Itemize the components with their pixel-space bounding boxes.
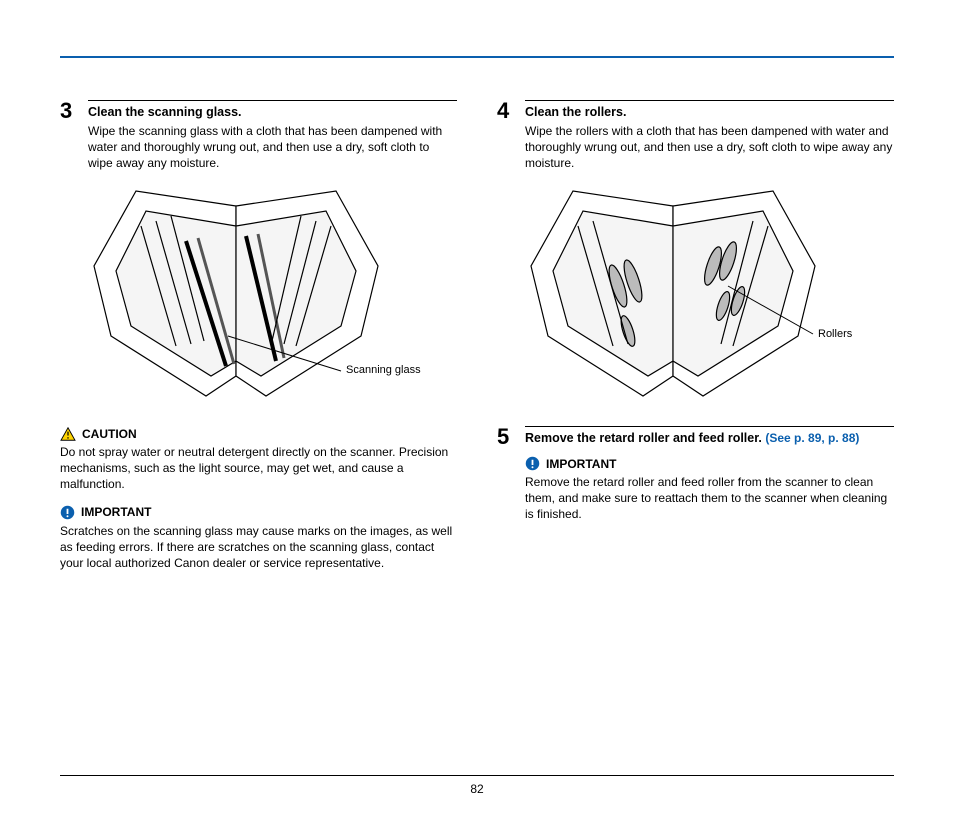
figure-scanning-glass: Scanning glass: [86, 186, 457, 416]
step-5: 5 Remove the retard roller and feed roll…: [497, 426, 894, 448]
step-number: 3: [60, 100, 78, 172]
important-heading: IMPORTANT: [525, 456, 894, 472]
important-block: IMPORTANT Scratches on the scanning glas…: [60, 504, 457, 571]
step-number: 4: [497, 100, 515, 172]
scanner-open-illustration: [86, 186, 386, 406]
footer-rule: [60, 775, 894, 776]
callout-scanning-glass: Scanning glass: [346, 364, 421, 376]
caution-heading: CAUTION: [60, 426, 457, 442]
caution-text: Do not spray water or neutral detergent …: [60, 444, 457, 493]
header-rule: [60, 56, 894, 58]
step-title: Remove the retard roller and feed roller…: [525, 431, 765, 445]
important-label: IMPORTANT: [546, 456, 616, 472]
content-area: 3 Clean the scanning glass. Wipe the sca…: [60, 100, 894, 768]
step-title: Clean the scanning glass.: [88, 105, 242, 119]
right-column: 4 Clean the rollers. Wipe the rollers wi…: [497, 100, 894, 768]
important-heading: IMPORTANT: [60, 504, 457, 520]
important-text: Remove the retard roller and feed roller…: [525, 474, 894, 523]
step-title: Clean the rollers.: [525, 105, 626, 119]
important-icon: [525, 456, 540, 471]
page-cross-reference-link[interactable]: (See p. 89, p. 88): [765, 431, 859, 445]
step-body: Clean the scanning glass. Wipe the scann…: [88, 100, 457, 172]
step-description: Wipe the rollers with a cloth that has b…: [525, 123, 894, 172]
step-body: Remove the retard roller and feed roller…: [525, 426, 894, 448]
caution-label: CAUTION: [82, 426, 137, 442]
step-4: 4 Clean the rollers. Wipe the rollers wi…: [497, 100, 894, 172]
manual-page: 3 Clean the scanning glass. Wipe the sca…: [0, 0, 954, 818]
important-block: IMPORTANT Remove the retard roller and f…: [525, 456, 894, 523]
page-number: 82: [0, 782, 954, 796]
important-label: IMPORTANT: [81, 504, 151, 520]
step-number: 5: [497, 426, 515, 448]
figure-rollers: Rollers: [523, 186, 894, 416]
step-3: 3 Clean the scanning glass. Wipe the sca…: [60, 100, 457, 172]
caution-block: CAUTION Do not spray water or neutral de…: [60, 426, 457, 493]
caution-icon: [60, 427, 76, 441]
callout-rollers: Rollers: [818, 328, 852, 340]
step-body: Clean the rollers. Wipe the rollers with…: [525, 100, 894, 172]
scanner-open-illustration: [523, 186, 823, 406]
step-description: Wipe the scanning glass with a cloth tha…: [88, 123, 457, 172]
important-text: Scratches on the scanning glass may caus…: [60, 523, 457, 572]
left-column: 3 Clean the scanning glass. Wipe the sca…: [60, 100, 457, 768]
important-icon: [60, 505, 75, 520]
